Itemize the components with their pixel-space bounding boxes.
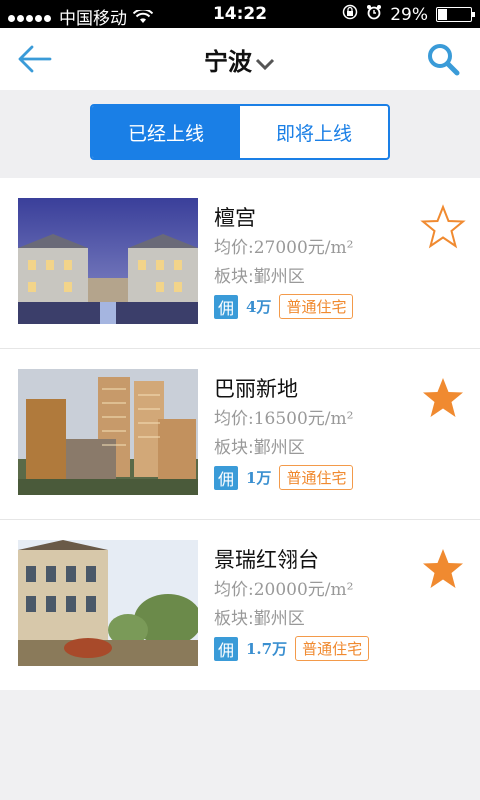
property-name: 檀宫 (214, 206, 256, 230)
property-image (18, 198, 198, 324)
status-bar: 中国移动 14:22 29% (0, 0, 480, 29)
property-name: 景瑞红翎台 (214, 548, 319, 572)
commission-badge: 佣 (214, 465, 238, 490)
property-type-tag: 普通住宅 (279, 294, 354, 319)
tab-upcoming[interactable]: 即将上线 (240, 106, 388, 158)
search-button[interactable] (426, 42, 462, 78)
property-image (18, 369, 198, 495)
property-price: 均价:27000元/m² (214, 238, 354, 258)
commission-badge: 佣 (214, 636, 238, 661)
property-district: 板块:鄞州区 (214, 609, 305, 629)
commission-amount: 4万 (246, 298, 272, 316)
search-icon (428, 44, 460, 76)
status-tab-bar: 已经上线 即将上线 (0, 90, 480, 178)
list-item[interactable]: 巴丽新地 均价:16500元/m² 板块:鄞州区 佣 1万 普通住宅 (0, 349, 480, 520)
property-type-tag: 普通住宅 (279, 465, 354, 490)
property-price: 均价:20000元/m² (214, 580, 354, 600)
list-item[interactable]: 景瑞红翎台 均价:20000元/m² 板块:鄞州区 佣 1.7万 普通住宅 (0, 520, 480, 690)
favorite-button[interactable] (420, 375, 466, 421)
chevron-down-icon (254, 49, 276, 77)
star-filled-icon (423, 549, 463, 588)
city-selector[interactable]: 宁波 (0, 42, 480, 77)
battery-icon (436, 7, 475, 22)
battery-percent: 29% (390, 4, 428, 25)
star-outline-icon (420, 204, 466, 249)
favorite-button[interactable] (420, 546, 466, 592)
list-item[interactable]: 檀宫 均价:27000元/m² 板块:鄞州区 佣 4万 普通住宅 (0, 178, 480, 349)
listing-list: 檀宫 均价:27000元/m² 板块:鄞州区 佣 4万 普通住宅 巴丽新地 均价… (0, 178, 480, 690)
commission-amount: 1.7万 (246, 640, 288, 658)
favorite-button[interactable] (420, 204, 466, 250)
property-type-tag: 普通住宅 (295, 636, 370, 661)
rotation-lock-icon (342, 4, 358, 25)
segmented-control: 已经上线 即将上线 (90, 104, 390, 160)
star-filled-icon (423, 378, 463, 417)
property-district: 板块:鄞州区 (214, 267, 305, 287)
property-name: 巴丽新地 (214, 377, 298, 401)
alarm-icon (366, 4, 382, 25)
commission-amount: 1万 (246, 469, 272, 487)
property-image (18, 540, 198, 666)
property-price: 均价:16500元/m² (214, 409, 354, 429)
property-district: 板块:鄞州区 (214, 438, 305, 458)
city-label: 宁波 (204, 48, 252, 76)
nav-bar: 宁波 (0, 28, 480, 90)
commission-badge: 佣 (214, 294, 238, 319)
tab-online[interactable]: 已经上线 (92, 106, 240, 158)
